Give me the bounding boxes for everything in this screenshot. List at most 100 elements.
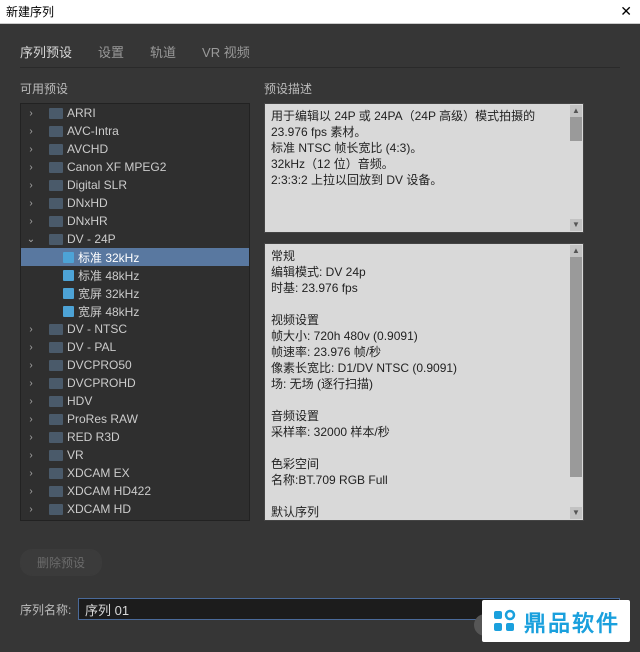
chevron-right-icon[interactable]: › (25, 108, 37, 119)
description-line: 2:3:3:2 上拉以回放到 DV 设备。 (271, 172, 577, 188)
chevron-right-icon[interactable]: › (25, 378, 37, 389)
details-line (271, 392, 577, 408)
chevron-right-icon[interactable]: › (25, 504, 37, 515)
folder-icon (49, 360, 63, 371)
chevron-right-icon[interactable]: › (25, 342, 37, 353)
tree-preset[interactable]: 标准 32kHz (21, 248, 249, 266)
watermark: 鼎品软件 (482, 600, 630, 642)
tree-item-label: ProRes RAW (67, 412, 138, 426)
tab-tracks[interactable]: 轨道 (150, 42, 176, 61)
scroll-up-icon[interactable]: ▲ (570, 245, 582, 257)
description-line: 用于编辑以 24P 或 24PA（24P 高级）模式拍摄的 23.976 fps… (271, 108, 577, 140)
chevron-right-icon[interactable]: › (25, 450, 37, 461)
tree-item-label: 宽屏 48kHz (78, 303, 139, 320)
details-line: 帧速率: 23.976 帧/秒 (271, 344, 577, 360)
details-line: 音频设置 (271, 408, 577, 424)
tree-folder[interactable]: ›VR (21, 446, 249, 464)
scroll-down-icon[interactable]: ▼ (570, 507, 582, 519)
chevron-right-icon[interactable]: › (25, 432, 37, 443)
chevron-right-icon[interactable]: › (25, 162, 37, 173)
folder-icon (49, 162, 63, 173)
chevron-right-icon[interactable]: › (25, 468, 37, 479)
close-icon[interactable]: ✕ (620, 3, 632, 20)
tree-item-label: DV - PAL (67, 340, 116, 354)
tree-item-label: DVCPROHD (67, 376, 136, 390)
folder-icon (49, 504, 63, 515)
tree-item-label: AVC-Intra (67, 124, 119, 138)
tree-item-label: AVCHD (67, 142, 108, 156)
tree-folder[interactable]: ›XDCAM HD422 (21, 482, 249, 500)
chevron-right-icon[interactable]: › (25, 396, 37, 407)
tree-item-label: RED R3D (67, 430, 120, 444)
folder-icon (49, 144, 63, 155)
preset-tree[interactable]: › ARRI › AVC-Intra › AVCHD › Canon XF MPEG2 ›Dig… (20, 103, 250, 521)
tree-folder[interactable]: › ProRes RAW (21, 410, 249, 428)
tree-folder[interactable]: › DVCPROHD (21, 374, 249, 392)
scrollbar-thumb[interactable] (570, 117, 582, 141)
tree-folder[interactable]: ›DV - NTSC (21, 320, 249, 338)
chevron-right-icon[interactable]: › (25, 324, 37, 335)
chevron-right-icon[interactable]: › (25, 144, 37, 155)
tree-folder[interactable]: › DV - PAL (21, 338, 249, 356)
tree-folder[interactable]: › AVCHD (21, 140, 249, 158)
tree-folder[interactable]: › AVC-Intra (21, 122, 249, 140)
tree-folder[interactable]: ›Digital SLR (21, 176, 249, 194)
tree-folder[interactable]: ›DNxHD (21, 194, 249, 212)
chevron-right-icon[interactable]: › (25, 198, 37, 209)
tree-folder[interactable]: › ARRI (21, 104, 249, 122)
chevron-right-icon[interactable]: › (25, 180, 37, 191)
folder-icon (49, 216, 63, 227)
preset-description-label: 预设描述 (264, 80, 584, 97)
tree-folder[interactable]: › HDV (21, 392, 249, 410)
tree-folder[interactable]: ›DNxHR (21, 212, 249, 230)
chevron-right-icon[interactable]: › (25, 414, 37, 425)
scroll-down-icon[interactable]: ▼ (570, 219, 582, 231)
chevron-right-icon[interactable]: › (25, 216, 37, 227)
tree-folder[interactable]: ›XDCAM EX (21, 464, 249, 482)
tree-preset[interactable]: 宽屏 32kHz (21, 284, 249, 302)
watermark-icon (492, 609, 518, 635)
tree-preset[interactable]: 宽屏 48kHz (21, 302, 249, 320)
tree-item-label: Canon XF MPEG2 (67, 160, 166, 174)
chevron-right-icon[interactable]: › (25, 486, 37, 497)
chevron-right-icon[interactable]: › (25, 126, 37, 137)
tab-vr-video[interactable]: VR 视频 (202, 42, 250, 61)
details-line: 像素长宽比: D1/DV NTSC (0.9091) (271, 360, 577, 376)
tree-item-label: DV - 24P (67, 232, 116, 246)
description-line: 32kHz（12 位）音频。 (271, 156, 577, 172)
folder-icon (49, 198, 63, 209)
tree-item-label: 标准 32kHz (78, 249, 139, 266)
chevron-down-icon[interactable]: ⌄ (25, 234, 37, 245)
tree-folder[interactable]: ⌄ DV - 24P (21, 230, 249, 248)
tree-folder[interactable]: › DVCPRO50 (21, 356, 249, 374)
tree-item-label: 宽屏 32kHz (78, 285, 139, 302)
window-title: 新建序列 (6, 3, 54, 20)
tree-folder[interactable]: › RED R3D (21, 428, 249, 446)
tree-folder[interactable]: › Canon XF MPEG2 (21, 158, 249, 176)
scrollbar-thumb[interactable] (570, 257, 582, 477)
preset-icon (63, 288, 74, 299)
dialog: 序列预设 设置 轨道 VR 视频 可用预设 › ARRI › AVC-Intra › AV… (0, 24, 640, 652)
folder-icon (49, 180, 63, 191)
description-line: 标准 NTSC 帧长宽比 (4:3)。 (271, 140, 577, 156)
folder-icon (49, 234, 63, 245)
tree-item-label: HDV (67, 394, 92, 408)
scroll-up-icon[interactable]: ▲ (570, 105, 582, 117)
tree-item-label: DVCPRO50 (67, 358, 132, 372)
tab-settings[interactable]: 设置 (98, 42, 124, 61)
details-line: 常规 (271, 248, 577, 264)
folder-icon (49, 342, 63, 353)
details-line: 场: 无场 (逐行扫描) (271, 376, 577, 392)
details-line: 色彩空间 (271, 456, 577, 472)
sequence-name-label: 序列名称: (20, 601, 78, 618)
details-line: 视频设置 (271, 312, 577, 328)
details-line: 默认序列 (271, 504, 577, 520)
tab-sequence-presets[interactable]: 序列预设 (20, 42, 72, 61)
tree-item-label: 标准 48kHz (78, 267, 139, 284)
tree-item-label: ARRI (67, 106, 96, 120)
chevron-right-icon[interactable]: › (25, 360, 37, 371)
tabs: 序列预设 设置 轨道 VR 视频 (20, 42, 620, 68)
tree-preset[interactable]: 标准 48kHz (21, 266, 249, 284)
tree-folder[interactable]: ›XDCAM HD (21, 500, 249, 518)
available-presets-label: 可用预设 (20, 80, 250, 97)
